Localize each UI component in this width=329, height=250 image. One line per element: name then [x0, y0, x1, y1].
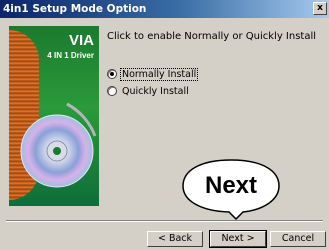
back-button[interactable]: < Back	[147, 231, 203, 247]
radio-quickly-install[interactable]	[107, 86, 117, 96]
via-driver-banner: VIA 4 IN 1 Driver	[9, 26, 99, 206]
option-normally-install[interactable]: Normally Install	[107, 67, 199, 81]
radio-normally-install[interactable]	[107, 69, 117, 79]
cd-disc-icon	[20, 102, 97, 188]
option-label-normally: Normally Install	[119, 67, 199, 81]
instruction-text: Click to enable Normally or Quickly Inst…	[107, 31, 317, 42]
close-button[interactable]: x	[313, 2, 327, 15]
option-label-quickly: Quickly Install	[122, 85, 189, 97]
footer-divider	[6, 220, 323, 222]
next-button[interactable]: Next >	[209, 230, 267, 248]
option-quickly-install[interactable]: Quickly Install	[107, 84, 190, 98]
window-title: 4in1 Setup Mode Option	[3, 3, 147, 15]
callout-text: Next	[204, 172, 258, 199]
title-bar[interactable]: 4in1 Setup Mode Option x	[0, 0, 329, 18]
setup-dialog: 4in1 Setup Mode Option x VIA 4 IN 1 Driv…	[0, 0, 329, 250]
cancel-button[interactable]: Cancel	[270, 231, 326, 247]
next-callout: Next	[181, 158, 281, 220]
